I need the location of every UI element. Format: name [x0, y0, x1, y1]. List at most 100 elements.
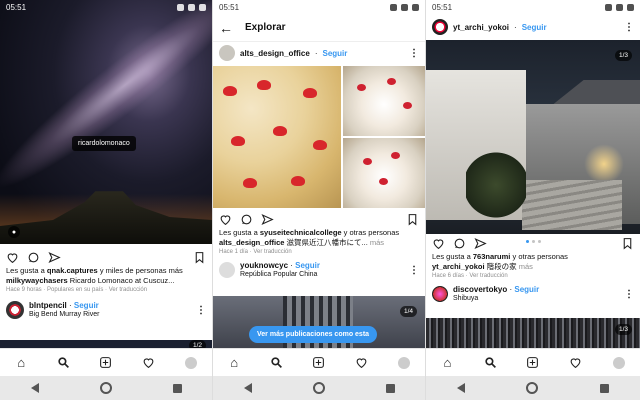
- add-icon[interactable]: [98, 355, 114, 371]
- post-user[interactable]: yt_archi_yokoi: [453, 23, 509, 32]
- caption-user[interactable]: alts_design_office: [219, 238, 284, 247]
- back-icon[interactable]: [243, 383, 252, 393]
- likes-user[interactable]: syuseitechnicalcollege: [260, 228, 342, 237]
- home-circle-icon[interactable]: [99, 382, 112, 394]
- next-post-user[interactable]: youknowcyc: [240, 261, 288, 270]
- recents-icon[interactable]: [385, 383, 395, 393]
- screens: 05:51 ricardolomonaco ● Les gusta a qnak…: [0, 0, 640, 400]
- back-icon[interactable]: [30, 383, 39, 393]
- next-post-location[interactable]: Big Bend Murray River: [29, 310, 99, 319]
- caption-user[interactable]: milkywaychasers: [6, 276, 68, 285]
- follow-button[interactable]: Seguir: [295, 261, 320, 270]
- search-icon[interactable]: [269, 355, 285, 371]
- bookmark-icon[interactable]: [406, 213, 419, 226]
- caption-line: milkywaychasers Ricardo Lomonaco at Cusc…: [0, 276, 212, 286]
- whole-cake-image: [343, 66, 425, 136]
- post-image-collage[interactable]: [213, 66, 425, 208]
- follow-button[interactable]: Seguir: [322, 49, 347, 58]
- recents-icon[interactable]: [172, 383, 182, 393]
- action-row: [0, 248, 212, 266]
- tagged-user-icon[interactable]: ●: [8, 226, 20, 238]
- share-icon[interactable]: [261, 213, 274, 226]
- photo-tag[interactable]: ricardolomonaco: [72, 136, 136, 151]
- explore-header: ← Explorar: [213, 14, 425, 42]
- more-options-icon[interactable]: ⋮: [624, 289, 634, 300]
- follow-button[interactable]: Seguir: [74, 301, 99, 310]
- heart-icon[interactable]: [568, 355, 584, 371]
- post-user[interactable]: alts_design_office: [240, 49, 310, 58]
- follow-button[interactable]: Seguir: [522, 23, 547, 32]
- add-icon[interactable]: [525, 355, 541, 371]
- follow-button[interactable]: Seguir: [514, 285, 539, 294]
- home-circle-icon[interactable]: [526, 382, 539, 394]
- heart-icon[interactable]: [140, 355, 156, 371]
- android-nav-bar: [426, 376, 640, 400]
- profile-icon[interactable]: [183, 355, 199, 371]
- more-options-icon[interactable]: ⋮: [624, 22, 634, 33]
- cake-slices-image: [213, 66, 341, 208]
- more-options-icon[interactable]: ⋮: [409, 48, 419, 59]
- post-header: alts_design_office · Seguir ⋮: [213, 42, 425, 64]
- avatar[interactable]: [6, 301, 24, 319]
- next-post-user-block: youknowcyc · Seguir República Popular Ch…: [240, 261, 320, 279]
- comment-icon[interactable]: [27, 251, 40, 264]
- home-icon[interactable]: ⌂: [439, 355, 455, 371]
- battery-icon: [627, 3, 634, 11]
- add-icon[interactable]: [311, 355, 327, 371]
- heart-icon[interactable]: [219, 213, 232, 226]
- avatar[interactable]: [219, 45, 235, 61]
- comment-icon[interactable]: [453, 237, 466, 250]
- likes-prefix: Les gusta a: [6, 266, 47, 275]
- likes-user[interactable]: 763narumi: [473, 252, 511, 261]
- back-arrow-icon[interactable]: ←: [219, 20, 233, 36]
- bookmark-icon[interactable]: [193, 251, 206, 264]
- recents-icon[interactable]: [600, 383, 610, 393]
- post-footer: Les gusta a 763narumi y otras personas y…: [426, 234, 640, 305]
- bottom-nav: ⌂: [213, 348, 425, 376]
- caption-line: alts_design_office 滋賀県近江八幡市にて... más: [213, 238, 425, 248]
- comment-icon[interactable]: [240, 213, 253, 226]
- likes-user[interactable]: qnak.captures: [47, 266, 98, 275]
- heart-icon[interactable]: [432, 237, 445, 250]
- avatar[interactable]: [219, 262, 235, 278]
- likes-line: Les gusta a syuseitechnicalcollege y otr…: [213, 228, 425, 238]
- action-row: [426, 234, 640, 252]
- milky-way-band: [0, 0, 212, 207]
- caption-user[interactable]: yt_archi_yokoi: [432, 262, 485, 271]
- phone-feed-post: 05:51 ricardolomonaco ● Les gusta a qnak…: [0, 0, 213, 400]
- more-options-icon[interactable]: ⋮: [196, 305, 206, 316]
- bookmark-icon[interactable]: [621, 237, 634, 250]
- next-post-user[interactable]: blntpencil: [29, 301, 67, 310]
- page-title: Explorar: [245, 22, 286, 33]
- next-post-location[interactable]: Shibuya: [453, 294, 539, 303]
- see-more-posts-button[interactable]: Ver más publicaciones como esta: [249, 326, 378, 343]
- back-icon[interactable]: [456, 383, 465, 393]
- more-options-icon[interactable]: ⋮: [409, 265, 419, 276]
- post-photo-house[interactable]: [426, 40, 640, 234]
- alarm-icon: [605, 3, 612, 11]
- share-icon[interactable]: [474, 237, 487, 250]
- avatar[interactable]: [432, 286, 448, 302]
- profile-icon[interactable]: [611, 355, 627, 371]
- caption-more-link[interactable]: más: [370, 238, 384, 247]
- next-post-user-line: youknowcyc · Seguir: [240, 261, 321, 270]
- home-circle-icon[interactable]: [312, 382, 325, 394]
- likes-prefix: Les gusta a: [219, 228, 260, 237]
- avatar[interactable]: [432, 19, 448, 35]
- next-post-user[interactable]: discovertokyo: [453, 285, 507, 294]
- search-icon[interactable]: [56, 355, 72, 371]
- status-icons: [390, 3, 419, 11]
- home-icon[interactable]: ⌂: [226, 355, 242, 371]
- heart-icon[interactable]: [6, 251, 19, 264]
- post-photo-milky-way[interactable]: ricardolomonaco ●: [0, 0, 212, 244]
- home-icon[interactable]: ⌂: [13, 355, 29, 371]
- caption-more-link[interactable]: más: [519, 262, 533, 271]
- search-icon[interactable]: [482, 355, 498, 371]
- next-post-location[interactable]: República Popular China: [240, 270, 320, 279]
- status-bar: 05:51: [213, 0, 425, 14]
- share-icon[interactable]: [48, 251, 61, 264]
- profile-icon[interactable]: [396, 355, 412, 371]
- post-footer: Les gusta a qnak.captures y miles de per…: [0, 248, 212, 321]
- heart-icon[interactable]: [353, 355, 369, 371]
- next-post-user-line: discovertokyo · Seguir: [453, 285, 540, 294]
